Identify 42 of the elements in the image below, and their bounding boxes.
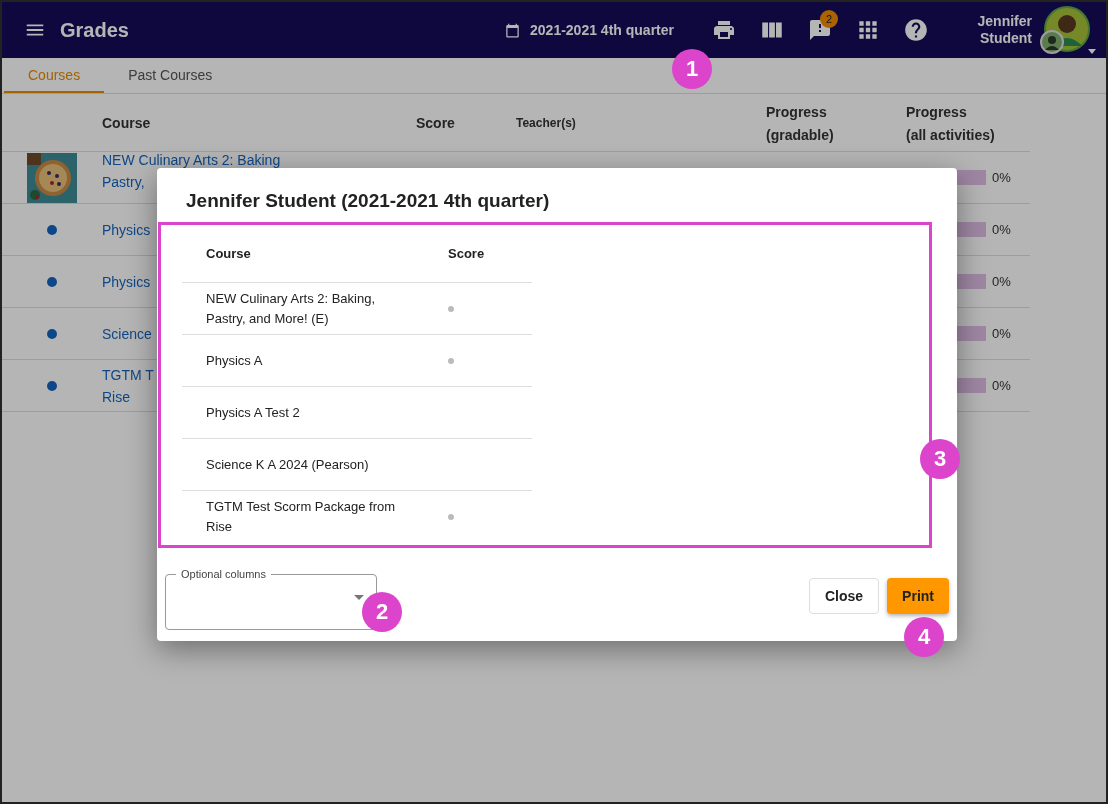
column-header: Course [102, 114, 152, 133]
notification-badge: 2 [820, 10, 838, 28]
term-label[interactable]: 2021-2021 4th quarter [530, 22, 674, 38]
status-dot [47, 224, 57, 235]
progress-percent: 0% [992, 274, 1011, 289]
user-name: Jennifer Student [976, 13, 1032, 47]
calendar-icon [505, 22, 521, 38]
course-name: Science K A 2024 (Pearson) [206, 455, 370, 474]
progress-percent: 0% [992, 170, 1011, 185]
column-header: Progress (all activities) [906, 102, 996, 145]
print-icon[interactable] [712, 18, 736, 42]
course-link[interactable]: Physics [102, 270, 151, 293]
help-icon[interactable] [903, 17, 929, 43]
print-button[interactable]: Print [887, 578, 949, 614]
column-header: Progress (gradable) [766, 102, 835, 145]
select-label: Optional columns [176, 568, 271, 580]
progress-percent: 0% [992, 222, 1011, 237]
progress-percent: 0% [992, 378, 1011, 393]
course-name: Physics A Test 2 [206, 403, 301, 422]
course-link[interactable]: TGTM T Rise [102, 363, 154, 408]
close-button[interactable]: Close [809, 578, 880, 614]
course-link[interactable]: Physics [102, 218, 151, 241]
progress-percent: 0% [992, 326, 1011, 341]
course-name: TGTM Test Scorm Package from Rise [206, 498, 397, 536]
column-header: Score [416, 114, 456, 133]
status-dot [47, 328, 57, 339]
course-link[interactable]: Science [102, 322, 152, 345]
dropdown-caret-icon [354, 595, 364, 600]
status-dot [47, 380, 57, 391]
caret-icon[interactable] [1088, 49, 1096, 54]
tab[interactable]: Past Courses [104, 58, 237, 93]
secondary-avatar [1040, 30, 1064, 54]
page-title: Grades [60, 18, 129, 42]
callout-badge: 1 [672, 49, 712, 89]
column-header: Teacher(s) [516, 115, 577, 132]
dialog-title: Jennifer Student (2021-2021 4th quarter) [186, 190, 551, 213]
column-header: Score [448, 246, 486, 261]
status-dot [47, 276, 57, 287]
course-name: Physics A [206, 351, 264, 370]
callout-badge: 4 [904, 617, 944, 657]
column-header: Course [206, 246, 252, 261]
course-name: NEW Culinary Arts 2: Baking, Pastry, and More! (E) [206, 289, 377, 328]
